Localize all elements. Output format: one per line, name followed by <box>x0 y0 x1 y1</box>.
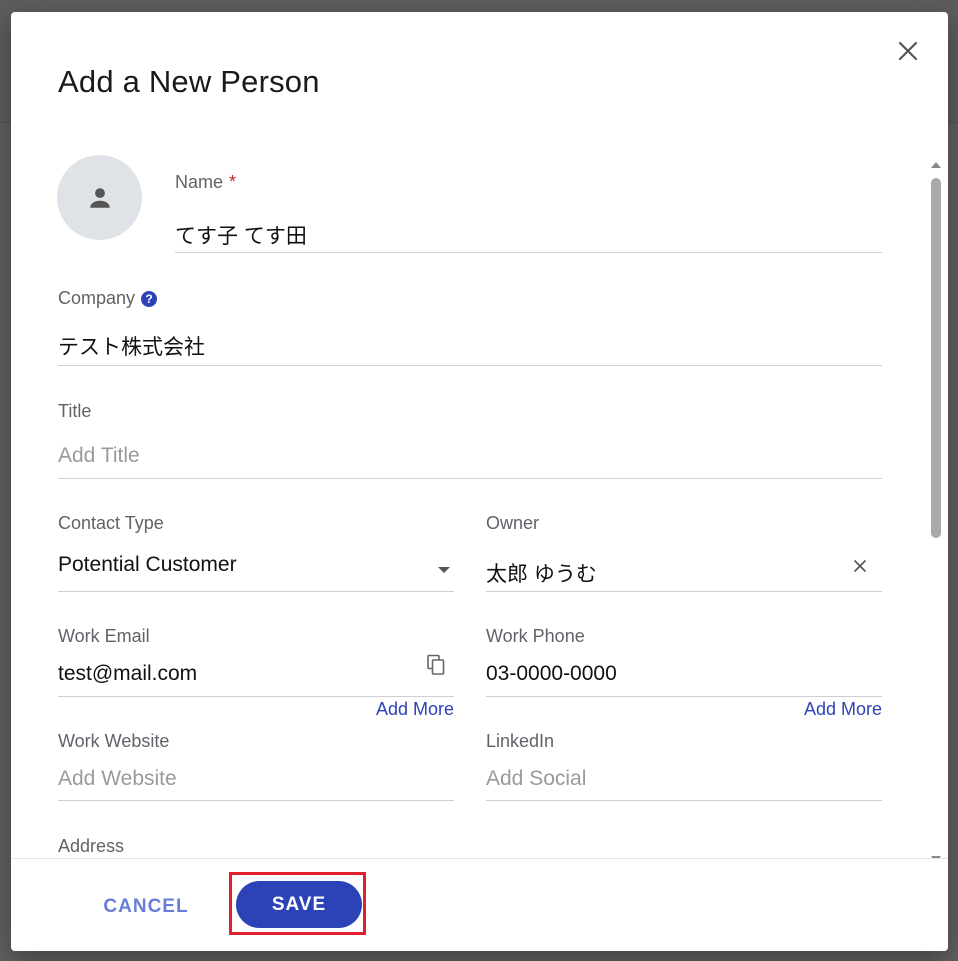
name-label: Name * <box>175 172 237 192</box>
close-icon <box>898 41 918 61</box>
owner-field[interactable]: Owner 太郎 ゆうむ <box>486 513 882 593</box>
avatar[interactable] <box>57 155 142 240</box>
dialog-footer: CANCEL SAVE <box>11 858 948 951</box>
dropdown-arrow-icon[interactable] <box>438 567 450 573</box>
clear-icon[interactable] <box>852 558 868 574</box>
work-phone-field[interactable]: Work Phone 03-0000-0000 Add More <box>486 626 882 722</box>
address-field[interactable]: Address <box>58 836 882 858</box>
name-input[interactable]: てす子 てす田 <box>175 220 307 250</box>
linkedin-underline <box>486 800 882 801</box>
work-phone-input[interactable]: 03-0000-0000 <box>486 662 617 686</box>
work-website-input[interactable]: Add Website <box>58 767 177 791</box>
work-website-label: Work Website <box>58 731 170 751</box>
work-phone-underline <box>486 696 882 697</box>
required-mark: * <box>229 172 237 192</box>
help-icon[interactable]: ? <box>141 291 158 307</box>
name-field[interactable]: Name * てす子 てす田 <box>175 172 882 254</box>
title-label: Title <box>58 401 92 421</box>
contact-type-underline <box>58 591 454 592</box>
close-button[interactable] <box>893 36 923 66</box>
scroll-thumb[interactable] <box>931 178 941 538</box>
company-label: Company? <box>58 288 158 309</box>
linkedin-field[interactable]: LinkedIn Add Social <box>486 731 882 803</box>
work-email-input[interactable]: test@mail.com <box>58 662 197 686</box>
company-input[interactable]: テスト株式会社 <box>58 331 205 361</box>
person-icon <box>89 187 110 208</box>
contact-type-label: Contact Type <box>58 513 164 533</box>
form-scrollbar[interactable] <box>929 162 943 862</box>
work-email-add-more-link[interactable]: Add More <box>376 699 454 720</box>
work-phone-label: Work Phone <box>486 626 585 646</box>
work-phone-add-more-link[interactable]: Add More <box>804 699 882 720</box>
title-field[interactable]: Title Add Title <box>58 401 882 481</box>
work-email-underline <box>58 696 454 697</box>
copy-icon[interactable] <box>426 654 446 676</box>
work-website-underline <box>58 800 454 801</box>
scroll-up-arrow-icon[interactable] <box>931 162 941 168</box>
title-input[interactable]: Add Title <box>58 444 140 468</box>
add-person-dialog: Add a New Person Name* てす子 てす田 Company? <box>11 12 948 951</box>
company-field[interactable]: Company? テスト株式会社 <box>58 288 882 368</box>
name-underline <box>175 252 882 253</box>
owner-input[interactable]: 太郎 ゆうむ <box>486 558 597 588</box>
linkedin-input[interactable]: Add Social <box>486 767 586 791</box>
contact-type-select[interactable]: Potential Customer <box>58 553 237 577</box>
work-website-field[interactable]: Work Website Add Website <box>58 731 454 803</box>
owner-label: Owner <box>486 513 540 533</box>
address-label: Address <box>58 836 125 856</box>
work-email-field[interactable]: Work Email test@mail.com Add More <box>58 626 454 722</box>
title-underline <box>58 478 882 479</box>
dialog-title: Add a New Person <box>58 64 320 99</box>
cancel-button[interactable]: CANCEL <box>91 887 201 927</box>
save-button[interactable]: SAVE <box>236 881 362 928</box>
linkedin-label: LinkedIn <box>486 731 555 751</box>
owner-underline <box>486 591 882 592</box>
company-underline <box>58 365 882 366</box>
work-email-label: Work Email <box>58 626 150 646</box>
form-scroll-area[interactable]: Name * てす子 てす田 Company? テスト株式会社 Title Add… <box>11 152 948 858</box>
contact-type-field[interactable]: Contact Type Potential Customer <box>58 513 454 593</box>
